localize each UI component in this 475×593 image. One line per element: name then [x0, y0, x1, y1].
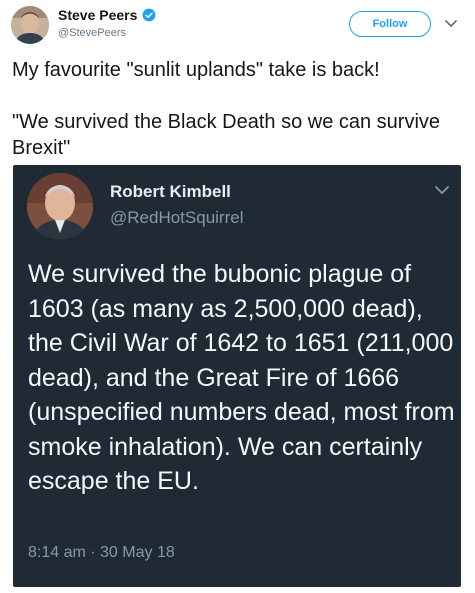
author-photo	[11, 6, 49, 44]
chevron-down-icon	[435, 186, 449, 195]
author-avatar[interactable]	[11, 6, 49, 44]
follow-button[interactable]: Follow	[349, 11, 431, 37]
tweet-text: My favourite "sunlit uplands" take is ba…	[12, 57, 462, 161]
verified-badge-icon	[142, 8, 156, 22]
author-name[interactable]: Steve Peers	[58, 7, 137, 23]
embedded-tweet-text: We survived the bubonic plague of 1603 (…	[28, 260, 455, 495]
author-handle[interactable]: @StevePeers	[58, 27, 126, 39]
embedded-timestamp: 8:14 am · 30 May 18	[28, 544, 175, 561]
tweet-text-line: "We survived the Black Death so we can s…	[12, 111, 441, 159]
follow-button-label: Follow	[372, 18, 408, 30]
tweet-text-line: My favourite "sunlit uplands" take is ba…	[12, 59, 380, 81]
embedded-author-photo	[27, 173, 93, 239]
embedded-tweet-screenshot[interactable]: Robert Kimbell @RedHotSquirrel We surviv…	[13, 165, 461, 587]
embedded-author-avatar	[27, 173, 93, 239]
chevron-down-icon[interactable]	[444, 19, 458, 29]
embedded-author-name: Robert Kimbell	[110, 182, 231, 201]
embedded-author-handle: @RedHotSquirrel	[110, 208, 244, 227]
